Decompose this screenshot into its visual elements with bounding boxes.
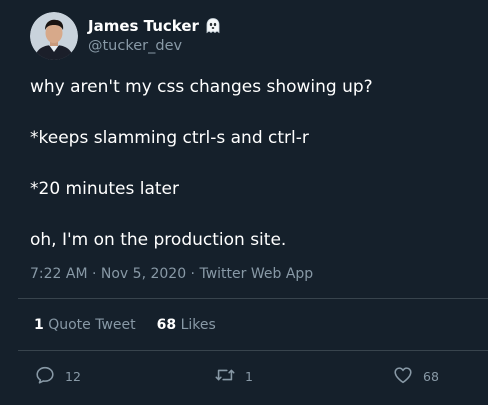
like-count: 68 — [423, 369, 439, 384]
quote-count: 1 — [34, 317, 44, 333]
likes-label: Likes — [180, 317, 216, 333]
tweet-line: *20 minutes later — [30, 179, 180, 199]
avatar[interactable] — [30, 12, 78, 60]
tweet-line: why aren't my css changes showing up? — [30, 77, 373, 97]
timestamp[interactable]: 7:22 AM · Nov 5, 2020 — [30, 266, 186, 282]
ghost-icon — [204, 17, 222, 35]
tweet-text: why aren't my css changes showing up? *k… — [30, 75, 470, 279]
action-bar: 12 1 68 — [0, 364, 488, 388]
divider — [18, 298, 488, 299]
tweet-line: *keeps slamming ctrl-s and ctrl-r — [30, 128, 309, 148]
tweet-card: James Tucker @tucker_dev why aren't my c… — [0, 0, 488, 405]
likes-stat[interactable]: 68 Likes — [157, 316, 216, 334]
retweet-icon — [214, 364, 236, 389]
handle[interactable]: @tucker_dev — [88, 37, 222, 56]
likes-count: 68 — [156, 317, 177, 333]
source-app[interactable]: Twitter Web App — [199, 266, 313, 282]
retweet-count: 1 — [245, 369, 253, 384]
author-names: James Tucker @tucker_dev — [88, 16, 222, 56]
reply-button[interactable]: 12 — [34, 364, 81, 389]
reply-icon — [34, 364, 56, 389]
reply-count: 12 — [65, 369, 81, 384]
heart-icon — [392, 364, 414, 389]
display-name[interactable]: James Tucker — [88, 16, 199, 36]
tweet-header: James Tucker @tucker_dev — [30, 12, 222, 60]
tweet-meta: 7:22 AM · Nov 5, 2020 · Twitter Web App — [30, 265, 313, 283]
divider — [18, 350, 488, 351]
tweet-line: oh, I'm on the production site. — [30, 230, 287, 250]
retweet-button[interactable]: 1 — [214, 364, 253, 389]
engagement-stats: 1 Quote Tweet 68 Likes — [34, 316, 237, 334]
like-button[interactable]: 68 — [392, 364, 439, 389]
quote-tweets-stat[interactable]: 1 Quote Tweet — [34, 316, 136, 334]
quote-label: Quote Tweet — [48, 317, 136, 333]
meta-separator: · — [186, 266, 200, 282]
